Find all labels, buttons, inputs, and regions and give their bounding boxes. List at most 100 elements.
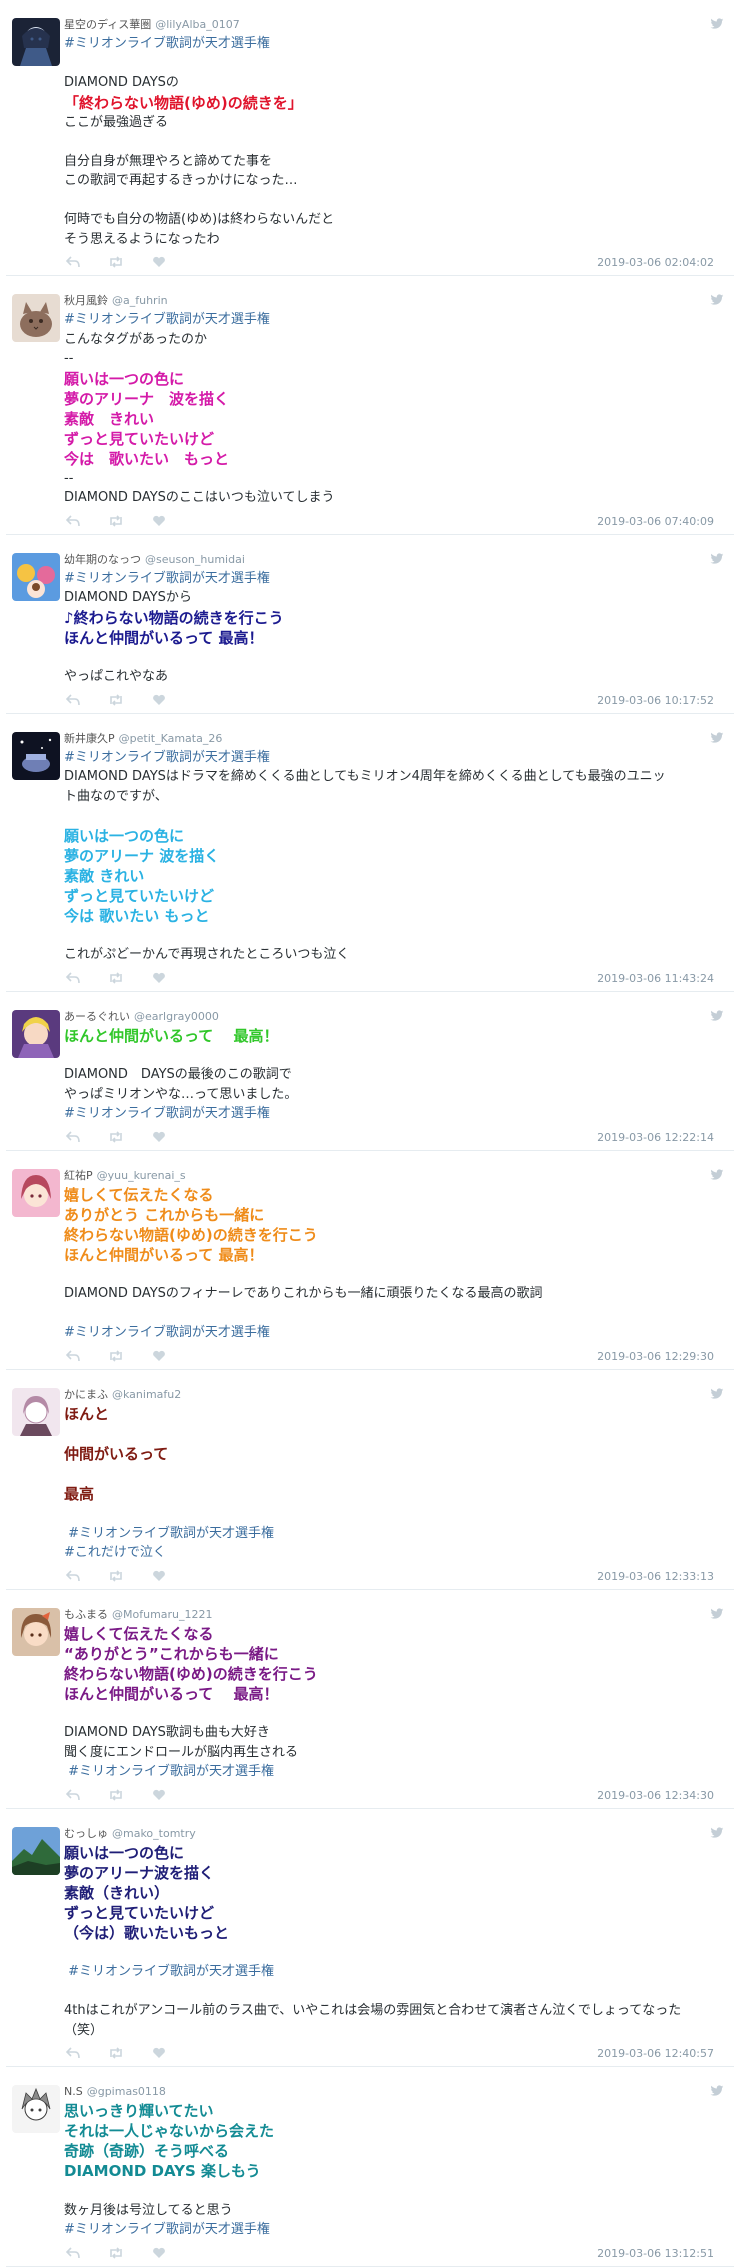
timestamp[interactable]: 2019-03-06 12:22:14	[597, 1131, 714, 1144]
hashtag-link[interactable]: #ミリオンライブ歌詞が天才選手権	[64, 34, 724, 54]
retweet-icon[interactable]	[108, 693, 124, 706]
like-icon[interactable]	[152, 515, 166, 527]
author-handle[interactable]: @earlgray0000	[134, 1010, 219, 1023]
author-handle[interactable]: @kanimafu2	[112, 1388, 181, 1401]
reply-icon[interactable]	[66, 514, 80, 527]
tweet-header: 幼年期のなっつ @seuson_humidai	[64, 553, 724, 569]
retweet-icon[interactable]	[108, 2047, 124, 2059]
twitter-bird-icon[interactable]	[710, 552, 724, 565]
twitter-bird-icon[interactable]	[710, 1168, 724, 1181]
reply-icon[interactable]	[66, 693, 80, 706]
retweet-icon[interactable]	[108, 1130, 124, 1143]
avatar[interactable]	[12, 1168, 60, 1217]
twitter-bird-icon[interactable]	[710, 731, 724, 744]
author-name[interactable]: 新井康久P	[64, 732, 115, 745]
timestamp[interactable]: 2019-03-06 02:04:02	[597, 256, 714, 269]
like-icon[interactable]	[152, 1570, 166, 1582]
like-icon[interactable]	[152, 1789, 166, 1801]
hashtag-link[interactable]: #ミリオンライブ歌詞が天才選手権	[64, 1762, 724, 1782]
timestamp[interactable]: 2019-03-06 13:12:51	[597, 2247, 714, 2260]
avatar[interactable]	[12, 552, 60, 601]
author-handle[interactable]: @a_fuhrin	[112, 294, 168, 307]
author-handle[interactable]: @Mofumaru_1221	[112, 1608, 213, 1621]
timestamp[interactable]: 2019-03-06 12:40:57	[597, 2047, 714, 2060]
tweet-header: 星空のディス華圏 @lilyAlba_0107	[64, 18, 724, 34]
twitter-bird-icon[interactable]	[710, 2085, 724, 2097]
timestamp[interactable]: 2019-03-06 07:40:09	[597, 515, 714, 528]
like-icon[interactable]	[152, 694, 166, 706]
reply-icon[interactable]	[66, 1130, 80, 1143]
author-handle[interactable]: @seuson_humidai	[145, 553, 245, 566]
hashtag-link[interactable]: #ミリオンライブ歌詞が天才選手権	[64, 569, 724, 589]
reply-icon[interactable]	[66, 2047, 80, 2059]
hashtag-link[interactable]: #ミリオンライブ歌詞が天才選手権	[64, 1524, 724, 1544]
author-name[interactable]: あーるぐれい	[64, 1010, 130, 1023]
avatar[interactable]	[12, 1009, 60, 1058]
twitter-bird-icon[interactable]	[710, 1607, 724, 1620]
author-name[interactable]: むっしゅ	[64, 1827, 108, 1840]
reply-icon[interactable]	[66, 1349, 80, 1362]
like-icon[interactable]	[152, 1131, 166, 1143]
author-handle[interactable]: @mako_tomtry	[112, 1827, 196, 1840]
avatar[interactable]	[12, 2085, 60, 2133]
author-name[interactable]: N.S	[64, 2085, 83, 2098]
twitter-bird-icon[interactable]	[710, 18, 724, 30]
hashtag-link[interactable]: #これだけで泣く	[64, 1543, 724, 1563]
tweet-line: DIAMOND DAYSの	[64, 75, 179, 90]
hashtag-link[interactable]: #ミリオンライブ歌詞が天才選手権	[64, 748, 724, 768]
tweet-actions: 2019-03-06 02:04:02	[64, 249, 724, 275]
reply-icon[interactable]	[66, 1788, 80, 1801]
author-handle[interactable]: @yuu_kurenai_s	[97, 1169, 186, 1182]
timestamp[interactable]: 2019-03-06 12:34:30	[597, 1789, 714, 1802]
timestamp[interactable]: 2019-03-06 12:29:30	[597, 1350, 714, 1363]
avatar[interactable]	[12, 294, 60, 342]
hashtag-link[interactable]: #ミリオンライブ歌詞が天才選手権	[64, 1104, 724, 1124]
timestamp[interactable]: 2019-03-06 12:33:13	[597, 1570, 714, 1583]
like-icon[interactable]	[152, 972, 166, 984]
reply-icon[interactable]	[66, 2246, 80, 2259]
author-name[interactable]: 秋月風鈴	[64, 294, 108, 307]
twitter-bird-icon[interactable]	[710, 1387, 724, 1400]
author-handle[interactable]: @gpimas0118	[87, 2085, 166, 2098]
tweet-header: かにまふ @kanimafu2	[64, 1388, 724, 1404]
reply-icon[interactable]	[66, 256, 80, 268]
tweet-line: ここが最強過ぎる	[64, 114, 169, 130]
hashtag-link[interactable]: #ミリオンライブ歌詞が天才選手権	[64, 1323, 724, 1343]
retweet-icon[interactable]	[108, 514, 124, 527]
author-name[interactable]: 紅祐P	[64, 1169, 93, 1182]
twitter-bird-icon[interactable]	[710, 1009, 724, 1022]
author-name[interactable]: 幼年期のなっつ	[64, 553, 141, 566]
tweet-line: やっぱミリオンやな…って思いました。	[64, 1086, 298, 1102]
timestamp[interactable]: 2019-03-06 11:43:24	[597, 972, 714, 985]
tweet-actions: 2019-03-06 07:40:09	[64, 508, 724, 534]
retweet-icon[interactable]	[108, 971, 124, 984]
reply-icon[interactable]	[66, 971, 80, 984]
avatar[interactable]	[12, 731, 60, 780]
avatar[interactable]	[12, 18, 60, 66]
author-handle[interactable]: @petit_Kamata_26	[119, 732, 223, 745]
author-name[interactable]: かにまふ	[64, 1388, 108, 1401]
retweet-icon[interactable]	[108, 1569, 124, 1582]
avatar[interactable]	[12, 1826, 60, 1875]
avatar[interactable]	[12, 1607, 60, 1656]
like-icon[interactable]	[152, 2047, 166, 2059]
avatar[interactable]	[12, 1387, 60, 1436]
twitter-bird-icon[interactable]	[710, 1826, 724, 1839]
retweet-icon[interactable]	[108, 1349, 124, 1362]
timestamp[interactable]: 2019-03-06 10:17:52	[597, 694, 714, 707]
retweet-icon[interactable]	[108, 256, 124, 268]
like-icon[interactable]	[152, 2247, 166, 2259]
author-name[interactable]: 星空のディス華圏	[64, 18, 151, 31]
like-icon[interactable]	[152, 256, 166, 268]
hashtag-link[interactable]: #ミリオンライブ歌詞が天才選手権	[64, 2220, 724, 2240]
retweet-icon[interactable]	[108, 1788, 124, 1801]
author-name[interactable]: もふまる	[64, 1608, 108, 1621]
retweet-icon[interactable]	[108, 2246, 124, 2259]
reply-icon[interactable]	[66, 1569, 80, 1582]
hashtag-link[interactable]: #ミリオンライブ歌詞が天才選手権	[64, 1962, 724, 1982]
twitter-bird-icon[interactable]	[710, 294, 724, 306]
like-icon[interactable]	[152, 1350, 166, 1362]
author-handle[interactable]: @lilyAlba_0107	[155, 18, 239, 31]
hashtag-link[interactable]: #ミリオンライブ歌詞が天才選手権	[64, 310, 724, 330]
